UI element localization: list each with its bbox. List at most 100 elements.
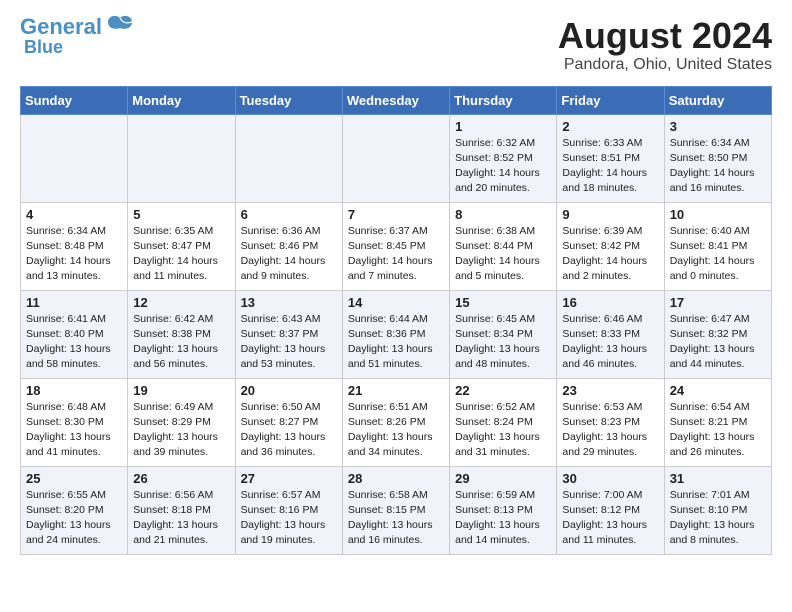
day-number: 22 <box>455 383 551 398</box>
week-row-4: 18 Sunrise: 6:48 AMSunset: 8:30 PMDayligh… <box>21 378 772 466</box>
day-number: 27 <box>241 471 337 486</box>
day-info: Sunrise: 6:48 AMSunset: 8:30 PMDaylight:… <box>26 400 122 461</box>
day-info: Sunrise: 6:46 AMSunset: 8:33 PMDaylight:… <box>562 312 658 373</box>
page-title: August 2024 <box>558 16 772 56</box>
day-info: Sunrise: 6:50 AMSunset: 8:27 PMDaylight:… <box>241 400 337 461</box>
calendar-cell: 15Sunrise: 6:45 AMSunset: 8:34 PMDayligh… <box>450 290 557 378</box>
calendar-cell: 7 Sunrise: 6:37 AMSunset: 8:45 PMDaylight… <box>342 202 449 290</box>
day-number: 25 <box>26 471 122 486</box>
day-number: 23 <box>562 383 658 398</box>
day-info: Sunrise: 6:32 AMSunset: 8:52 PMDaylight:… <box>455 136 551 197</box>
day-number: 18 <box>26 383 122 398</box>
day-number: 2 <box>562 119 658 134</box>
day-info: Sunrise: 6:54 AMSunset: 8:21 PMDaylight:… <box>670 400 766 461</box>
week-row-3: 11 Sunrise: 6:41 AMSunset: 8:40 PMDayligh… <box>21 290 772 378</box>
calendar-cell: 22Sunrise: 6:52 AMSunset: 8:24 PMDayligh… <box>450 378 557 466</box>
day-number: 24 <box>670 383 766 398</box>
day-number: 20 <box>241 383 337 398</box>
day-number: 9 <box>562 207 658 222</box>
day-number: 5 <box>133 207 229 222</box>
calendar-cell: 30 Sunrise: 7:00 AMSunset: 8:12 PMDayligh… <box>557 466 664 554</box>
calendar-cell: 23 Sunrise: 6:53 AMSunset: 8:23 PMDayligh… <box>557 378 664 466</box>
col-header-friday: Friday <box>557 86 664 114</box>
logo-bird-icon <box>106 14 134 36</box>
logo-text: General <box>20 16 102 38</box>
day-info: Sunrise: 6:59 AMSunset: 8:13 PMDaylight:… <box>455 488 551 549</box>
day-number: 7 <box>348 207 444 222</box>
calendar-cell: 4 Sunrise: 6:34 AMSunset: 8:48 PMDaylight… <box>21 202 128 290</box>
calendar-cell: 31 Sunrise: 7:01 AMSunset: 8:10 PMDayligh… <box>664 466 771 554</box>
day-number: 14 <box>348 295 444 310</box>
day-number: 1 <box>455 119 551 134</box>
calendar-cell: 14Sunrise: 6:44 AMSunset: 8:36 PMDayligh… <box>342 290 449 378</box>
day-number: 16 <box>562 295 658 310</box>
day-number: 26 <box>133 471 229 486</box>
day-info: Sunrise: 7:01 AMSunset: 8:10 PMDaylight:… <box>670 488 766 549</box>
calendar-cell: 1 Sunrise: 6:32 AMSunset: 8:52 PMDaylight… <box>450 114 557 202</box>
logo: General Blue <box>20 16 134 56</box>
day-number: 4 <box>26 207 122 222</box>
calendar-cell: 28Sunrise: 6:58 AMSunset: 8:15 PMDayligh… <box>342 466 449 554</box>
day-info: Sunrise: 6:39 AMSunset: 8:42 PMDaylight:… <box>562 224 658 285</box>
week-row-1: 1 Sunrise: 6:32 AMSunset: 8:52 PMDaylight… <box>21 114 772 202</box>
day-info: Sunrise: 6:47 AMSunset: 8:32 PMDaylight:… <box>670 312 766 373</box>
calendar-cell: 10 Sunrise: 6:40 AMSunset: 8:41 PMDayligh… <box>664 202 771 290</box>
day-number: 13 <box>241 295 337 310</box>
day-number: 29 <box>455 471 551 486</box>
calendar-cell: 20 Sunrise: 6:50 AMSunset: 8:27 PMDayligh… <box>235 378 342 466</box>
day-info: Sunrise: 7:00 AMSunset: 8:12 PMDaylight:… <box>562 488 658 549</box>
day-info: Sunrise: 6:56 AMSunset: 8:18 PMDaylight:… <box>133 488 229 549</box>
day-info: Sunrise: 6:57 AMSunset: 8:16 PMDaylight:… <box>241 488 337 549</box>
calendar-cell: 3 Sunrise: 6:34 AMSunset: 8:50 PMDaylight… <box>664 114 771 202</box>
calendar-cell: 21Sunrise: 6:51 AMSunset: 8:26 PMDayligh… <box>342 378 449 466</box>
day-info: Sunrise: 6:34 AMSunset: 8:48 PMDaylight:… <box>26 224 122 285</box>
day-info: Sunrise: 6:40 AMSunset: 8:41 PMDaylight:… <box>670 224 766 285</box>
day-info: Sunrise: 6:34 AMSunset: 8:50 PMDaylight:… <box>670 136 766 197</box>
day-number: 3 <box>670 119 766 134</box>
day-number: 19 <box>133 383 229 398</box>
day-info: Sunrise: 6:37 AMSunset: 8:45 PMDaylight:… <box>348 224 444 285</box>
calendar-cell: 25Sunrise: 6:55 AMSunset: 8:20 PMDayligh… <box>21 466 128 554</box>
calendar-cell: 13 Sunrise: 6:43 AMSunset: 8:37 PMDayligh… <box>235 290 342 378</box>
day-info: Sunrise: 6:43 AMSunset: 8:37 PMDaylight:… <box>241 312 337 373</box>
header-row: SundayMondayTuesdayWednesdayThursdayFrid… <box>21 86 772 114</box>
calendar-cell: 2 Sunrise: 6:33 AMSunset: 8:51 PMDaylight… <box>557 114 664 202</box>
day-info: Sunrise: 6:45 AMSunset: 8:34 PMDaylight:… <box>455 312 551 373</box>
calendar-table: SundayMondayTuesdayWednesdayThursdayFrid… <box>20 86 772 555</box>
calendar-cell: 19Sunrise: 6:49 AMSunset: 8:29 PMDayligh… <box>128 378 235 466</box>
calendar-cell <box>21 114 128 202</box>
col-header-thursday: Thursday <box>450 86 557 114</box>
day-number: 10 <box>670 207 766 222</box>
calendar-cell: 27 Sunrise: 6:57 AMSunset: 8:16 PMDayligh… <box>235 466 342 554</box>
logo-general: General <box>20 14 102 39</box>
day-number: 6 <box>241 207 337 222</box>
day-number: 30 <box>562 471 658 486</box>
day-info: Sunrise: 6:53 AMSunset: 8:23 PMDaylight:… <box>562 400 658 461</box>
day-number: 8 <box>455 207 551 222</box>
calendar-cell: 18 Sunrise: 6:48 AMSunset: 8:30 PMDayligh… <box>21 378 128 466</box>
day-number: 12 <box>133 295 229 310</box>
calendar-cell <box>128 114 235 202</box>
calendar-cell: 29 Sunrise: 6:59 AMSunset: 8:13 PMDayligh… <box>450 466 557 554</box>
col-header-wednesday: Wednesday <box>342 86 449 114</box>
day-number: 11 <box>26 295 122 310</box>
day-info: Sunrise: 6:35 AMSunset: 8:47 PMDaylight:… <box>133 224 229 285</box>
day-number: 31 <box>670 471 766 486</box>
day-info: Sunrise: 6:41 AMSunset: 8:40 PMDaylight:… <box>26 312 122 373</box>
calendar-cell: 8Sunrise: 6:38 AMSunset: 8:44 PMDaylight… <box>450 202 557 290</box>
calendar-cell: 17Sunrise: 6:47 AMSunset: 8:32 PMDayligh… <box>664 290 771 378</box>
calendar-cell: 26 Sunrise: 6:56 AMSunset: 8:18 PMDayligh… <box>128 466 235 554</box>
page-subtitle: Pandora, Ohio, United States <box>558 56 772 74</box>
calendar-cell: 16 Sunrise: 6:46 AMSunset: 8:33 PMDayligh… <box>557 290 664 378</box>
calendar-cell: 6Sunrise: 6:36 AMSunset: 8:46 PMDaylight… <box>235 202 342 290</box>
col-header-saturday: Saturday <box>664 86 771 114</box>
calendar-cell <box>235 114 342 202</box>
day-number: 28 <box>348 471 444 486</box>
calendar-cell: 24 Sunrise: 6:54 AMSunset: 8:21 PMDayligh… <box>664 378 771 466</box>
calendar-cell: 5 Sunrise: 6:35 AMSunset: 8:47 PMDaylight… <box>128 202 235 290</box>
day-info: Sunrise: 6:33 AMSunset: 8:51 PMDaylight:… <box>562 136 658 197</box>
calendar-cell: 9 Sunrise: 6:39 AMSunset: 8:42 PMDaylight… <box>557 202 664 290</box>
day-info: Sunrise: 6:42 AMSunset: 8:38 PMDaylight:… <box>133 312 229 373</box>
day-number: 21 <box>348 383 444 398</box>
col-header-tuesday: Tuesday <box>235 86 342 114</box>
